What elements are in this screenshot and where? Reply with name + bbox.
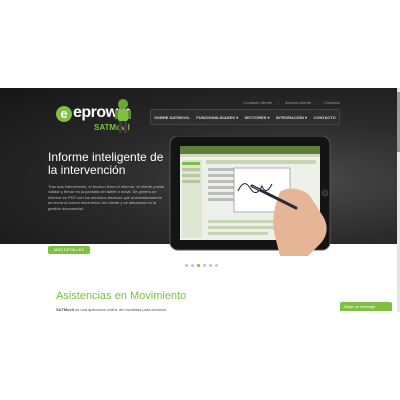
slider-dot[interactable]	[191, 264, 194, 267]
browser-viewport: e eprowin SATMovil Contacto cliente Acce…	[0, 88, 400, 312]
nav-item-about[interactable]: SOBRE SATMOVIL	[154, 115, 190, 120]
main-nav: SOBRE SATMOVIL FUNCIONALIDADES ▾ SECTORE…	[150, 109, 340, 125]
top-link[interactable]: Contacto	[317, 100, 340, 105]
nav-item-integration[interactable]: INTEGRACIÓN ▾	[276, 115, 307, 120]
hero-title: Informe inteligente de la intervención	[48, 150, 164, 177]
nav-item-features[interactable]: FUNCIONALIDADES ▾	[196, 115, 238, 120]
section-title: Asistencias en Movimiento	[56, 290, 187, 302]
chat-button[interactable]: Dejar un mensaje	[340, 302, 392, 311]
hero-body: Tras una intervención, el técnico firma …	[48, 184, 165, 211]
slider-dots	[185, 264, 218, 267]
hero-banner: e eprowin SATMovil Contacto cliente Acce…	[0, 88, 400, 256]
top-links: Contacto cliente Acceso cliente Contacto	[243, 100, 340, 105]
nav-item-contact[interactable]: CONTACTO	[313, 115, 335, 120]
chat-label: Dejar un mensaje	[344, 304, 376, 309]
section-body-brand: SATMovil	[56, 307, 74, 312]
nav-item-sectors[interactable]: SECTORES ▾	[244, 115, 269, 120]
top-link[interactable]: Acceso cliente	[278, 100, 311, 105]
logo[interactable]: e eprowin SATMovil	[56, 96, 136, 136]
section-body-text: es una aplicación online de movilidad pa…	[73, 307, 167, 312]
tablet-illustration	[169, 136, 331, 256]
top-link[interactable]: Contacto cliente	[243, 100, 272, 105]
section-body: SATMovil es una aplicación online de mov…	[56, 307, 166, 312]
slider-dot[interactable]	[215, 264, 218, 267]
slider-dot[interactable]	[203, 264, 206, 267]
more-details-button[interactable]: MÁS DETALLES	[48, 246, 90, 254]
logo-e-icon: e	[56, 106, 72, 122]
mascot-icon	[115, 99, 131, 133]
slider-dot[interactable]	[185, 264, 188, 267]
slider-dot-active[interactable]	[197, 264, 200, 267]
slider-dot[interactable]	[209, 264, 212, 267]
